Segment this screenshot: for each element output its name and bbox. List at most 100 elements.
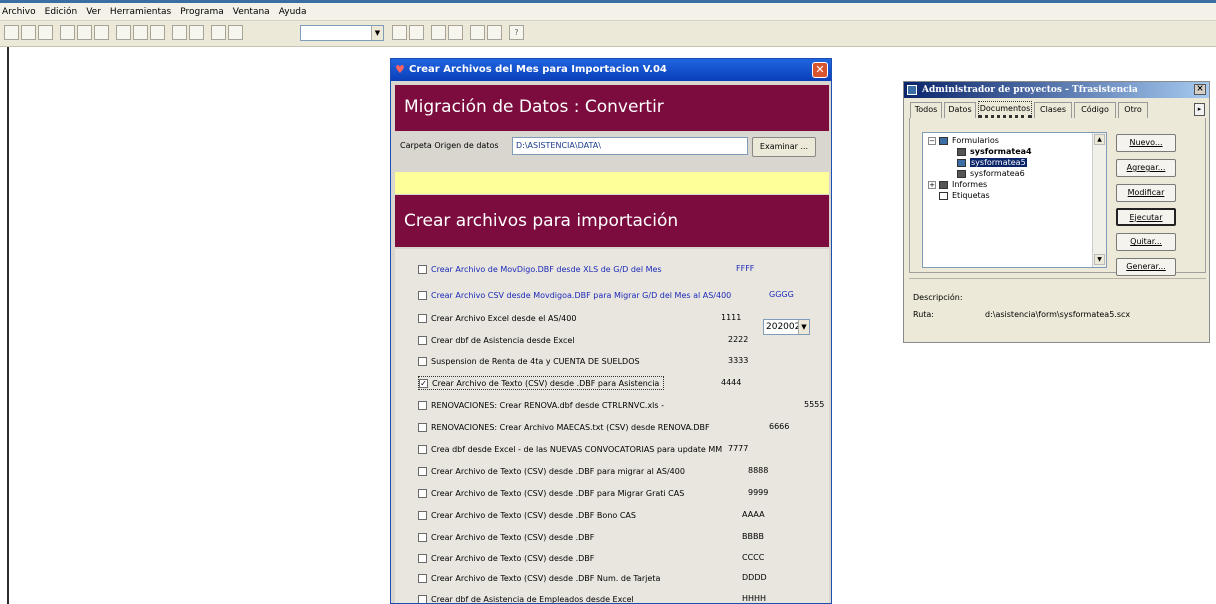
copy-icon[interactable] bbox=[133, 25, 148, 40]
option-checkbox[interactable] bbox=[418, 573, 427, 583]
new-button[interactable]: Nuevo... bbox=[1116, 134, 1176, 152]
close-button[interactable]: ✕ bbox=[812, 62, 828, 78]
build-button[interactable]: Generar... bbox=[1116, 258, 1176, 276]
source-folder-input[interactable]: D:\ASISTENCIA\DATA\ bbox=[512, 137, 748, 155]
tree-node-sysformatea4[interactable]: sysformatea4 bbox=[957, 147, 1032, 156]
option-checkbox[interactable] bbox=[418, 444, 427, 454]
menu-herramientas[interactable]: Herramientas bbox=[110, 7, 171, 17]
option-checkbox[interactable] bbox=[418, 335, 427, 345]
spell-check-icon[interactable] bbox=[94, 25, 109, 40]
option-checkbox[interactable] bbox=[418, 466, 427, 476]
tab-scroll-icon[interactable]: ▸ bbox=[1194, 103, 1205, 116]
collapse-icon[interactable]: − bbox=[928, 136, 936, 145]
chevron-down-icon[interactable]: ▼ bbox=[371, 26, 383, 40]
option-row[interactable]: ✓ Crear Archivo de Texto (CSV) desde .DBF… bbox=[418, 376, 665, 390]
save-icon[interactable] bbox=[38, 25, 53, 40]
chevron-down-icon[interactable]: ▼ bbox=[798, 320, 809, 334]
option-row[interactable]: RENOVACIONES: Crear Archivo MAECAS.txt (… bbox=[418, 420, 710, 434]
menu-ayuda[interactable]: Ayuda bbox=[279, 7, 307, 17]
option-checkbox[interactable] bbox=[418, 553, 427, 563]
undo-icon[interactable] bbox=[172, 25, 187, 40]
option-row[interactable]: Crear Archivo de Texto (CSV) desde .DBF … bbox=[418, 571, 660, 585]
command-window-icon[interactable] bbox=[409, 25, 424, 40]
tree-node-formularios[interactable]: − Formularios bbox=[928, 136, 999, 145]
option-row[interactable]: Crear Archivo de Texto (CSV) desde .DBF … bbox=[418, 464, 685, 478]
open-folder-icon[interactable] bbox=[21, 25, 36, 40]
option-code: AAAA bbox=[742, 510, 765, 519]
run-icon[interactable] bbox=[211, 25, 226, 40]
toolbar-combo[interactable]: ▼ bbox=[300, 25, 384, 41]
modify-form-icon[interactable] bbox=[228, 25, 243, 40]
tree-scrollbar[interactable]: ▲ ▼ bbox=[1092, 133, 1106, 267]
tab-todos[interactable]: Todos bbox=[910, 102, 942, 118]
option-checkbox[interactable] bbox=[418, 356, 427, 366]
tree-node-sysformatea6[interactable]: sysformatea6 bbox=[957, 169, 1025, 178]
print-preview-icon[interactable] bbox=[77, 25, 92, 40]
tab-clases[interactable]: Clases bbox=[1034, 102, 1072, 118]
scroll-up-icon[interactable]: ▲ bbox=[1094, 134, 1105, 145]
option-checkbox[interactable] bbox=[418, 422, 427, 432]
help-icon[interactable]: ? bbox=[509, 25, 524, 40]
data-session-icon[interactable] bbox=[392, 25, 407, 40]
menu-programa[interactable]: Programa bbox=[180, 7, 224, 17]
option-checkbox[interactable] bbox=[418, 264, 427, 274]
option-checkbox[interactable] bbox=[418, 510, 427, 520]
tab-otro[interactable]: Otro bbox=[1118, 102, 1148, 118]
menu-archivo[interactable]: Archivo bbox=[2, 7, 36, 17]
menu-ventana[interactable]: Ventana bbox=[233, 7, 270, 17]
project-icon bbox=[907, 85, 917, 95]
option-row[interactable]: Crear Archivo CSV desde Movdigoa.DBF par… bbox=[418, 288, 731, 302]
option-checkbox[interactable] bbox=[418, 313, 427, 323]
add-button[interactable]: Agregar... bbox=[1116, 159, 1176, 177]
remove-button[interactable]: Quitar... bbox=[1116, 233, 1176, 251]
modify-button[interactable]: Modificar bbox=[1116, 184, 1176, 202]
tree-label: Etiquetas bbox=[952, 191, 990, 200]
option-row[interactable]: Crear Archivo de Texto (CSV) desde .DBF bbox=[418, 530, 594, 544]
option-row[interactable]: Crear Archivo de Texto (CSV) desde .DBF … bbox=[418, 486, 684, 500]
option-checkbox[interactable] bbox=[418, 290, 427, 300]
close-button[interactable]: × bbox=[1194, 84, 1206, 95]
window-border bbox=[7, 47, 9, 604]
form-folder-icon bbox=[939, 136, 948, 145]
option-row[interactable]: Crear dbf de Asistencia desde Excel bbox=[418, 333, 575, 347]
paste-icon[interactable] bbox=[150, 25, 165, 40]
option-row[interactable]: Crear Archivo de MovDigo.DBF desde XLS d… bbox=[418, 262, 662, 276]
tree-node-sysformatea5[interactable]: sysformatea5 bbox=[957, 158, 1027, 167]
scroll-down-icon[interactable]: ▼ bbox=[1094, 254, 1105, 265]
redo-icon[interactable] bbox=[189, 25, 204, 40]
option-checkbox[interactable] bbox=[418, 532, 427, 542]
option-row[interactable]: Crear Archivo de Texto (CSV) desde .DBF … bbox=[418, 508, 636, 522]
option-row[interactable]: Crear Archivo Excel desde el AS/400 bbox=[418, 311, 576, 325]
option-row[interactable]: Crear Archivo de Texto (CSV) desde .DBF bbox=[418, 551, 594, 565]
properties-icon[interactable] bbox=[448, 25, 463, 40]
option-label: Crear Archivo de Texto (CSV) desde .DBF … bbox=[432, 378, 660, 388]
option-row[interactable]: Suspension de Renta de 4ta y CUENTA DE S… bbox=[418, 354, 640, 368]
tree-node-informes[interactable]: + Informes bbox=[928, 180, 987, 189]
tab-codigo[interactable]: Código bbox=[1074, 102, 1116, 118]
option-checkbox[interactable]: ✓ bbox=[419, 378, 428, 388]
browse-button[interactable]: Examinar ... bbox=[752, 137, 816, 157]
period-select[interactable]: 202002 ▼ bbox=[763, 319, 810, 335]
tab-datos[interactable]: Datos bbox=[944, 102, 976, 118]
option-row[interactable]: Crea dbf desde Excel - de las NUEVAS CON… bbox=[418, 442, 722, 456]
option-row[interactable]: RENOVACIONES: Crear RENOVA.dbf desde CTR… bbox=[418, 398, 664, 412]
document-tree[interactable]: − Formularios sysformatea4 sysformatea5 … bbox=[922, 132, 1107, 268]
tree-node-etiquetas[interactable]: Etiquetas bbox=[939, 191, 990, 200]
report-wizard-icon[interactable] bbox=[487, 25, 502, 40]
print-icon[interactable] bbox=[60, 25, 75, 40]
tab-documentos[interactable]: Documentos bbox=[978, 101, 1032, 118]
expand-icon[interactable]: + bbox=[928, 180, 936, 189]
option-row[interactable]: Crear dbf de Asistencia de Empleados des… bbox=[418, 592, 634, 603]
run-button[interactable]: Ejecutar bbox=[1116, 208, 1176, 226]
option-checkbox[interactable] bbox=[418, 594, 427, 603]
option-checkbox[interactable] bbox=[418, 488, 427, 498]
description-area: Descripción: Ruta: d:\asistencia\form\sy… bbox=[909, 278, 1206, 340]
menu-edicion[interactable]: Edición bbox=[45, 7, 78, 17]
menu-ver[interactable]: Ver bbox=[86, 7, 101, 17]
app-icon: ♥ bbox=[395, 63, 405, 76]
form-wizard-icon[interactable] bbox=[470, 25, 485, 40]
project-manager-icon[interactable] bbox=[431, 25, 446, 40]
cut-icon[interactable] bbox=[116, 25, 131, 40]
option-checkbox[interactable] bbox=[418, 400, 427, 410]
new-file-icon[interactable] bbox=[4, 25, 19, 40]
